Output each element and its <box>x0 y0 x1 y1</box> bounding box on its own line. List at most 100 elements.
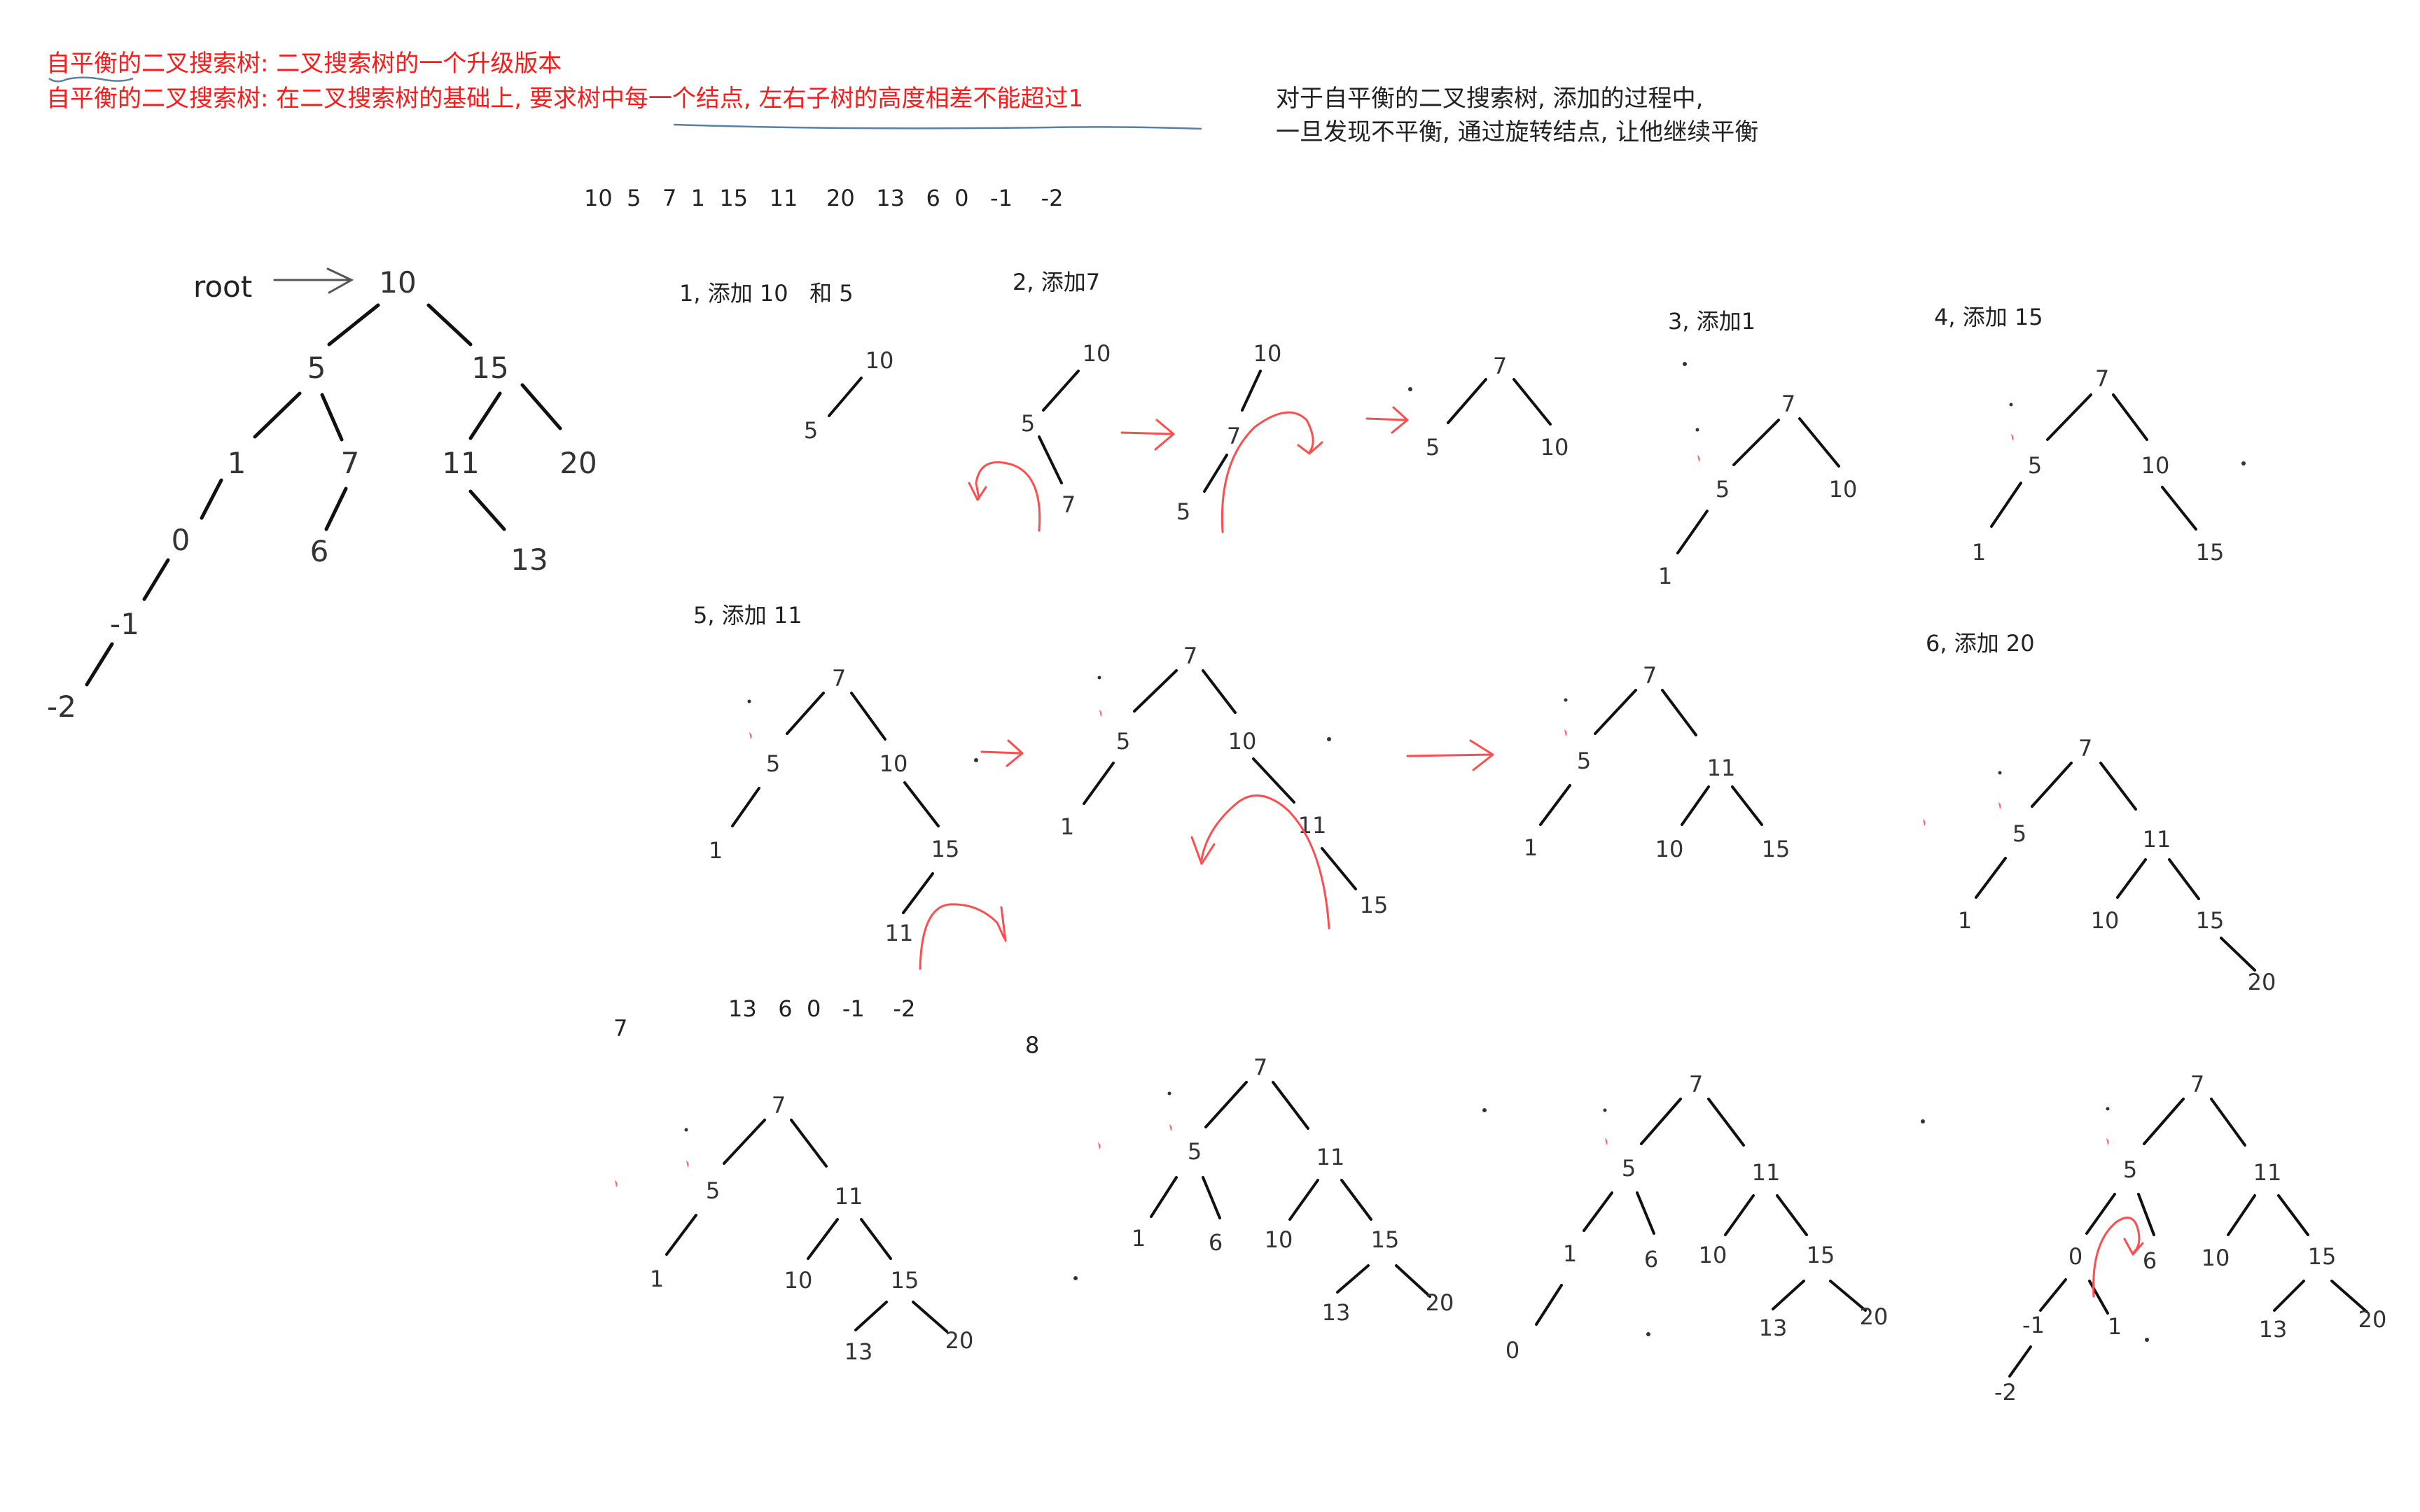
tree-step-5c: 7 5 11 1 10 15 <box>1524 662 1790 862</box>
rotate-arrow-icon <box>2092 1217 2144 1298</box>
tree-step-8a: 7 5 11 1 6 10 15 13 20 <box>1132 1054 1454 1326</box>
tree-step-5a: 7 5 10 1 15 11 <box>709 665 960 946</box>
tree-step-8a-node: 10 <box>1265 1226 1293 1253</box>
tree-step-8a-node: 5 <box>1188 1138 1202 1165</box>
rotate-arrow-icon <box>968 461 1041 532</box>
tree-step-5b-node: 10 <box>1228 728 1257 755</box>
tree-step-4-node: 10 <box>2141 452 2170 479</box>
tree-step-6-node: 1 <box>1958 907 1972 934</box>
step-8-label: 8 <box>1025 1032 1039 1058</box>
tree-step-2c-node: 10 <box>1541 434 1569 461</box>
tree-step-8b-node: 15 <box>1807 1242 1835 1268</box>
tree-step-6-node: 5 <box>2012 820 2026 847</box>
tree-step-8c: 7 5 11 0 6 10 15 -1 1 13 20 -2 <box>1994 1071 2386 1406</box>
tree-step-5a-node: 15 <box>931 836 960 862</box>
tree-step-3-node: 7 <box>1781 391 1795 417</box>
step-7-label: 7 <box>613 1015 627 1042</box>
tree-main-node: 11 <box>442 446 479 480</box>
tree-main-node: -2 <box>47 690 76 724</box>
tree-step-6-node: 7 <box>2078 735 2092 762</box>
tree-step-5c-node: 11 <box>1707 755 1736 781</box>
tree-step-8a-node: 20 <box>1426 1289 1454 1316</box>
tree-step-5c-node: 1 <box>1524 834 1538 861</box>
tree-step-8a-node: 6 <box>1209 1229 1223 1256</box>
tree-step-5a-node: 7 <box>832 665 846 692</box>
tree-step-4-node: 7 <box>2095 365 2109 392</box>
tree-step-5c-node: 15 <box>1762 836 1790 862</box>
step-arrow-icon <box>1406 739 1494 771</box>
root-arrow <box>273 267 354 294</box>
tree-main-node: 7 <box>341 446 360 480</box>
insert-sequence: 10 5 7 1 15 11 20 13 6 0 -1 -2 <box>584 185 1064 211</box>
step-arrow-icon <box>1365 406 1409 434</box>
tree-step-2a-node: 5 <box>1021 410 1035 437</box>
tree-step-5c-node: 5 <box>1577 748 1591 774</box>
tree-step-4-node: 15 <box>2196 539 2225 566</box>
tree-step-8b-node: 5 <box>1622 1155 1636 1182</box>
step-4-label: 4, 添加 15 <box>1934 304 2043 330</box>
note-line-1: 对于自平衡的二叉搜索树, 添加的过程中, <box>1276 85 1703 113</box>
tree-step-8b-node: 1 <box>1563 1240 1577 1267</box>
tree-step-2a-node: 10 <box>1083 340 1111 367</box>
heading-underline-left <box>48 76 134 83</box>
tree-step-3-node: 10 <box>1829 476 1858 503</box>
tree-step-7-node: 15 <box>891 1267 919 1294</box>
tree-main-node: -1 <box>110 607 139 641</box>
tree-step-5b: 7 5 10 1 11 15 <box>1060 643 1389 918</box>
tree-step-8c-node: 5 <box>2123 1156 2137 1183</box>
tree-step-2c-node: 5 <box>1426 434 1440 461</box>
tree-step-8a-node: 1 <box>1132 1225 1146 1252</box>
tree-step-5b-node: 1 <box>1060 813 1074 840</box>
heading-line-2: 自平衡的二叉搜索树: 在二叉搜索树的基础上, 要求树中每一个结点, 左右子树的高… <box>46 85 1083 113</box>
tree-step-7-node: 11 <box>835 1183 863 1210</box>
heading-line-1: 自平衡的二叉搜索树: 二叉搜索树的一个升级版本 <box>46 50 562 78</box>
avl-whiteboard: 自平衡的二叉搜索树: 二叉搜索树的一个升级版本 自平衡的二叉搜索树: 在二叉搜索… <box>46 50 2386 1406</box>
tree-step-3: 7 5 10 1 <box>1658 391 1858 589</box>
tree-step-8c-node: 20 <box>2358 1306 2387 1333</box>
tree-step-8b-node: 11 <box>1752 1159 1781 1186</box>
tree-step-7: 7 5 11 1 10 15 13 20 <box>650 1092 974 1365</box>
tree-step-2a: 10 5 7 <box>1021 340 1111 518</box>
step-6-label: 6, 添加 20 <box>1926 630 2035 657</box>
tree-step-2b-node: 5 <box>1176 498 1190 525</box>
tree-step-7-node: 10 <box>784 1267 813 1294</box>
step-2-label: 2, 添加7 <box>1013 269 1100 295</box>
tree-step-8c-node: 11 <box>2253 1159 2282 1186</box>
tree-step-5b-node: 11 <box>1298 812 1327 839</box>
tree-step-4: 7 5 10 1 15 <box>1972 365 2225 566</box>
tree-step-3-node: 1 <box>1658 563 1672 589</box>
tree-step-3-node: 5 <box>1716 476 1730 503</box>
tree-step-8a-node: 15 <box>1371 1226 1400 1253</box>
tree-main-node: 15 <box>471 351 508 385</box>
tree-step-8b: 7 5 11 1 6 10 15 0 13 20 <box>1505 1071 1889 1364</box>
step-3-label: 3, 添加1 <box>1668 308 1755 335</box>
tree-step-8c-node: 10 <box>2202 1245 2230 1271</box>
tree-step-2b: 10 7 5 <box>1176 340 1282 525</box>
note-line-2: 一旦发现不平衡, 通过旋转结点, 让他继续平衡 <box>1276 118 1758 146</box>
tree-step-7-node: 5 <box>706 1177 720 1204</box>
tree-step-6-node: 20 <box>2248 969 2276 995</box>
tree-step-8a-node: 7 <box>1253 1054 1267 1081</box>
tree-main-node: 0 <box>172 523 190 557</box>
rotate-arrow-icon <box>919 903 1007 970</box>
tree-step-6: 7 5 11 1 10 15 20 <box>1958 735 2276 995</box>
tree-step-7-node: 1 <box>650 1266 664 1292</box>
tree-step-8b-node: 10 <box>1699 1242 1727 1268</box>
tree-step-1-node: 5 <box>804 417 818 444</box>
tree-main-node: 5 <box>307 351 326 385</box>
tree-step-8a-node: 11 <box>1316 1144 1345 1170</box>
tree-step-2c: 7 5 10 <box>1426 353 1569 461</box>
remaining-sequence: 13 6 0 -1 -2 <box>728 995 915 1022</box>
tree-step-6-node: 11 <box>2143 826 2171 853</box>
tree-step-5a-node: 10 <box>879 750 908 777</box>
step-arrow-icon <box>980 739 1024 767</box>
tree-step-5c-node: 10 <box>1655 836 1684 862</box>
tree-step-5b-node: 15 <box>1360 892 1389 918</box>
tree-step-2c-node: 7 <box>1493 353 1507 379</box>
step-1-label: 1, 添加 10 和 5 <box>679 280 854 307</box>
tree-step-5a-node: 1 <box>709 837 723 864</box>
tree-step-8c-node: -2 <box>1994 1379 2017 1406</box>
tree-step-8c-node: 7 <box>2190 1071 2204 1098</box>
tree-step-2b-node: 10 <box>1253 340 1282 367</box>
tree-step-5a-node: 5 <box>766 750 780 777</box>
